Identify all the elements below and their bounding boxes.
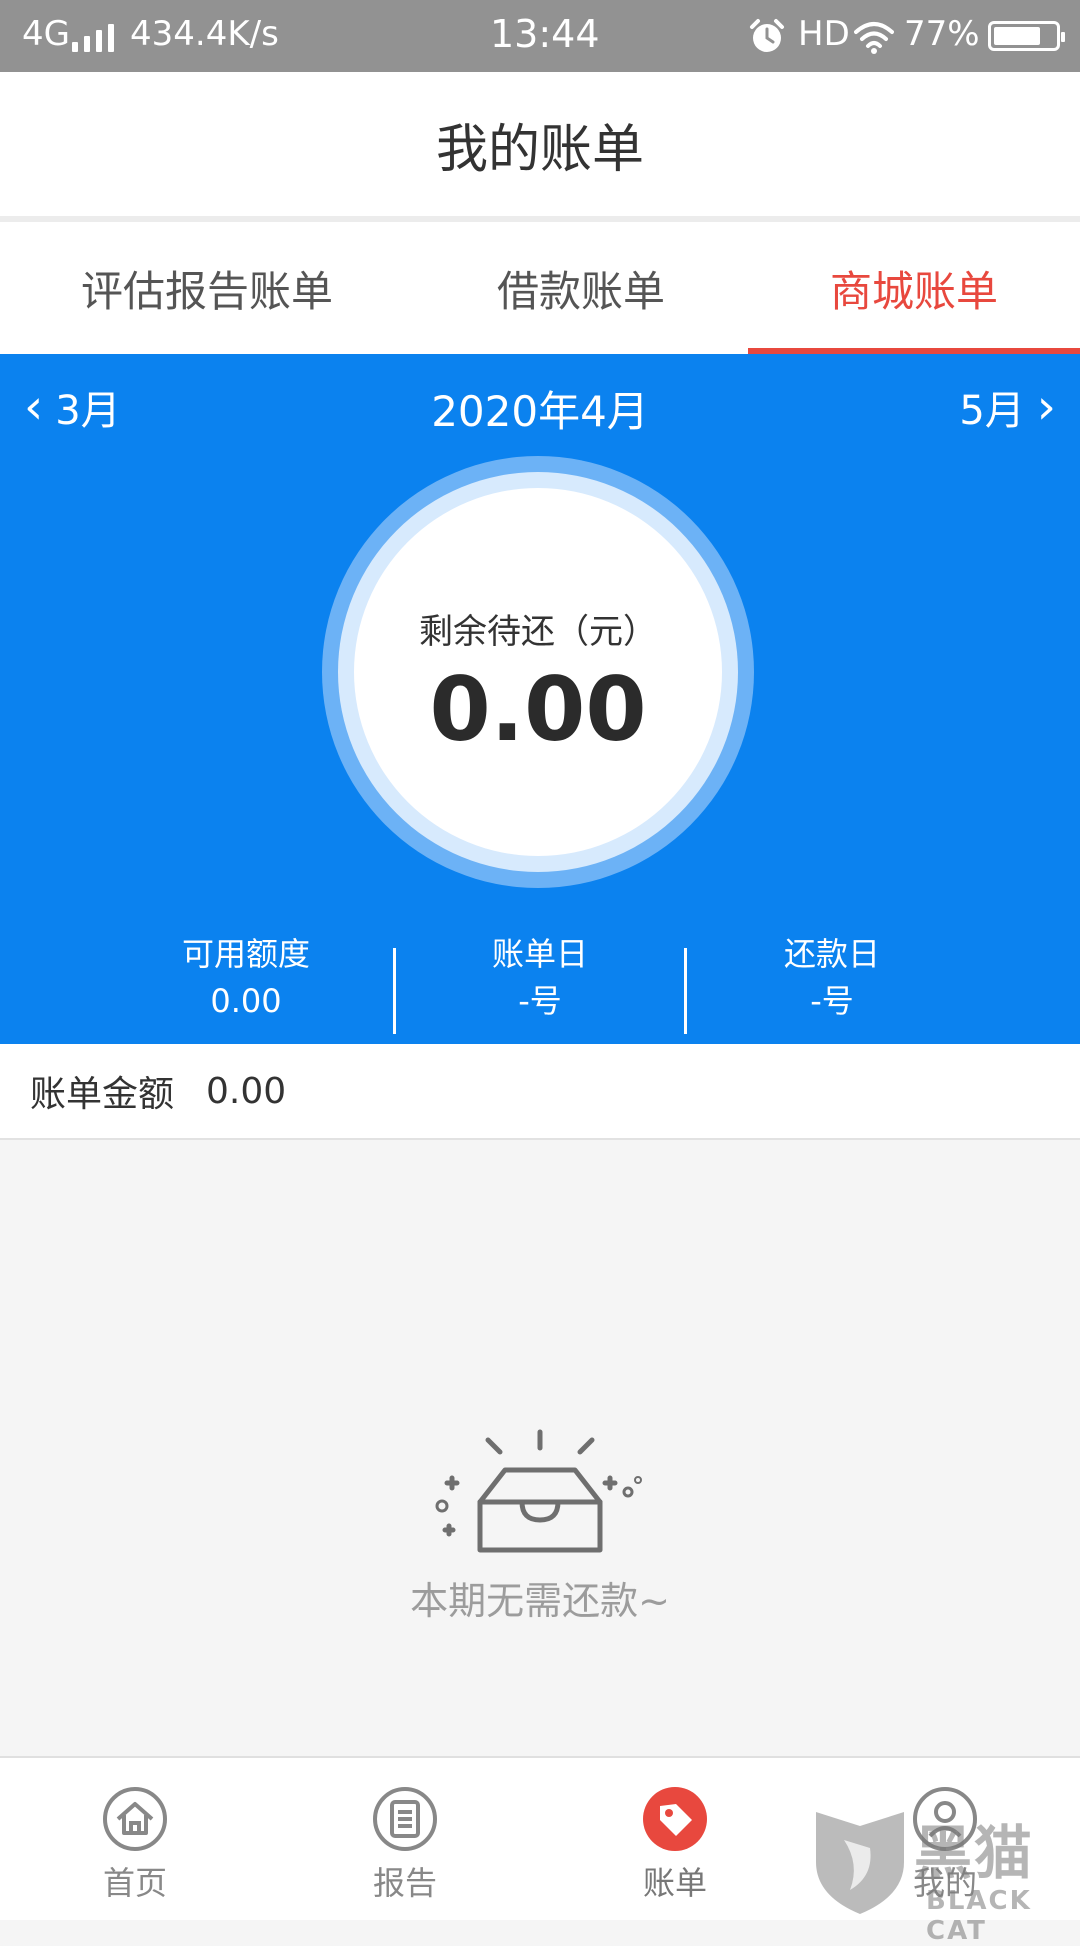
empty-message: 本期无需还款~ (410, 1579, 670, 1623)
bill-tag-icon (643, 1787, 707, 1851)
bottom-tab-label: 报告 (372, 1864, 437, 1902)
stat-available-credit: 可用额度 0.00 (100, 932, 392, 1026)
network-speed: 434.4K/s (130, 14, 279, 54)
stat-value: -号 (518, 982, 562, 1020)
battery-level (994, 27, 1040, 45)
hd-indicator: HD (798, 14, 850, 54)
home-icon (103, 1787, 167, 1851)
tab-loan-bill[interactable]: 借款账单 (414, 222, 748, 354)
next-month-button[interactable]: 5月 › (959, 378, 1056, 436)
prev-month-button[interactable]: ‹ 3月 (24, 378, 121, 436)
bottom-tab-label: 账单 (642, 1864, 707, 1902)
remaining-amount: 0.00 (429, 658, 647, 761)
network-type: 4G (22, 14, 70, 54)
remaining-circle: 剩余待还（元） 0.00 (354, 488, 722, 856)
stat-value: -号 (810, 982, 854, 1020)
page-title: 我的账单 (0, 72, 1080, 216)
stat-repayment-day: 还款日 -号 (686, 932, 978, 1026)
bill-stats: 可用额度 0.00 账单日 -号 还款日 -号 (0, 932, 1080, 1034)
current-month: 2020年4月 (431, 387, 649, 436)
stat-label: 还款日 (783, 935, 880, 973)
bill-amount-row: 账单金额 0.00 (0, 1044, 1080, 1140)
stat-label: 账单日 (491, 935, 588, 973)
wifi-icon (854, 22, 894, 54)
empty-state: 本期无需还款~ (0, 1140, 1080, 1756)
status-bar: 4G 434.4K/s 13:44 HD 77% (0, 0, 1080, 72)
tab-assessment-report-bill[interactable]: 评估报告账单 (0, 222, 414, 354)
chevron-right-icon: › (1036, 379, 1056, 435)
watermark-subtext: BLACK CAT (926, 1886, 1032, 1946)
bill-amount-label: 账单金额 (30, 1074, 175, 1115)
battery-icon (988, 21, 1065, 51)
bill-amount-value: 0.00 (206, 1070, 287, 1112)
chevron-left-icon: ‹ (24, 379, 44, 435)
prev-month-label: 3月 (55, 388, 121, 434)
stat-value: 0.00 (210, 982, 282, 1020)
bill-type-tabs: 评估报告账单 借款账单 商城账单 (0, 222, 1080, 354)
remaining-ring: 剩余待还（元） 0.00 (322, 456, 754, 888)
report-icon (373, 1787, 437, 1851)
alarm-icon (750, 19, 784, 52)
black-cat-logo-icon (816, 1812, 904, 1914)
black-cat-watermark: 黑猫 BLACK CAT (808, 1800, 1080, 1946)
bill-summary: ‹ 3月 2020年4月 5月 › 剩余待还（元） 0.00 可用额度 0.00… (0, 354, 1080, 1044)
bottom-tab-report[interactable]: 报告 (270, 1758, 540, 1920)
battery-percent: 77% (904, 14, 980, 54)
stat-bill-day: 账单日 -号 (394, 932, 686, 1026)
bottom-tab-bill[interactable]: 账单 (540, 1758, 810, 1920)
bottom-tab-home[interactable]: 首页 (0, 1758, 270, 1920)
stat-label: 可用额度 (181, 935, 310, 973)
empty-box-icon (435, 1429, 642, 1553)
watermark-text: 黑猫 (914, 1819, 1035, 1887)
remaining-label: 剩余待还（元） (419, 612, 657, 652)
tab-mall-bill[interactable]: 商城账单 (748, 222, 1080, 354)
next-month-label: 5月 (959, 388, 1025, 434)
status-time: 13:44 (490, 12, 600, 56)
bottom-tab-label: 首页 (102, 1864, 167, 1902)
signal-icon (72, 24, 116, 52)
